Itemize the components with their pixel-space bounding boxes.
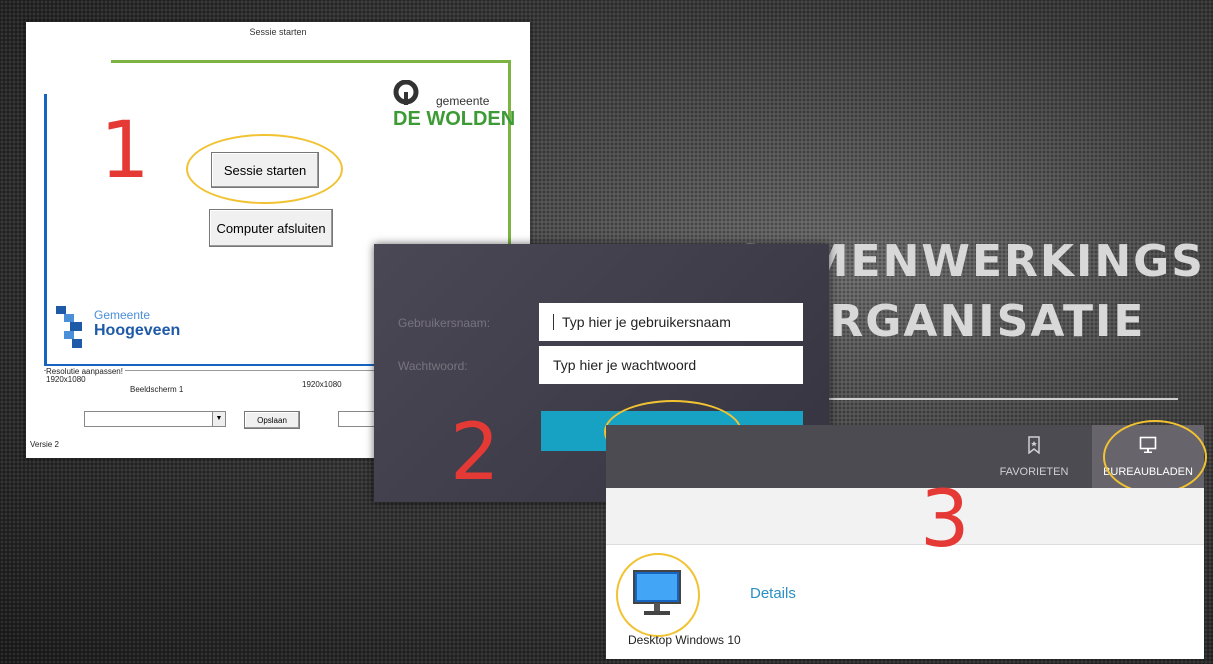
- opslaan-button[interactable]: Opslaan: [244, 411, 300, 429]
- highlight-ellipse-desktop: [616, 553, 700, 637]
- resolution-right: 1920x1080: [302, 380, 342, 389]
- de-wolden-name: DE WOLDEN: [393, 108, 516, 130]
- green-frame-top: [111, 60, 511, 63]
- resolution-left: 1920x1080: [46, 375, 86, 384]
- text-caret: [553, 314, 554, 330]
- password-label: Wachtwoord:: [398, 359, 468, 373]
- hoogeveen-name: Hoogeveen: [94, 322, 181, 339]
- hoogeveen-logo: Gemeente Hoogeveen: [50, 304, 190, 354]
- hoogeveen-blocks-icon: [56, 306, 82, 348]
- desktops-panel: FAVORIETEN BUREAUBLADEN 3 Details Deskto…: [606, 420, 1207, 659]
- username-placeholder: Typ hier je gebruikersnaam: [562, 314, 731, 330]
- blue-frame-left: [44, 94, 47, 366]
- highlight-ellipse-start: [186, 134, 343, 204]
- bookmark-icon: [1028, 435, 1040, 454]
- de-wolden-leaf-icon: [393, 80, 419, 105]
- desktop-name[interactable]: Desktop Windows 10: [628, 633, 741, 647]
- username-label: Gebruikersnaam:: [398, 316, 491, 330]
- tab-favorieten[interactable]: FAVORIETEN: [988, 425, 1080, 488]
- chevron-down-icon[interactable]: ▼: [212, 412, 225, 426]
- details-link[interactable]: Details: [750, 585, 796, 602]
- version-label: Versie 2: [30, 440, 59, 449]
- password-placeholder: Typ hier je wachtwoord: [553, 357, 697, 373]
- de-wolden-gemeente: gemeente: [436, 94, 490, 108]
- de-wolden-logo: gemeente DE WOLDEN: [393, 80, 528, 130]
- hoogeveen-gemeente: Gemeente: [94, 308, 151, 322]
- username-input[interactable]: Typ hier je gebruikersnaam: [539, 303, 803, 341]
- step-2-number: 2: [450, 408, 500, 498]
- step-3-number: 3: [920, 475, 970, 565]
- bg-title-line2: ORGANISATIE: [790, 296, 1146, 347]
- computer-afsluiten-button[interactable]: Computer afsluiten: [209, 209, 333, 247]
- window-title: Sessie starten: [249, 27, 307, 37]
- step-1-number: 1: [100, 106, 150, 196]
- highlight-ellipse-tab: [1103, 420, 1207, 494]
- tab-favorieten-label: FAVORIETEN: [999, 465, 1069, 478]
- resolution-select[interactable]: ▼: [84, 411, 226, 427]
- panel-toolbar-strip: [606, 488, 1204, 545]
- monitor-label: Beeldscherm 1: [130, 385, 184, 394]
- password-input[interactable]: Typ hier je wachtwoord: [539, 346, 803, 384]
